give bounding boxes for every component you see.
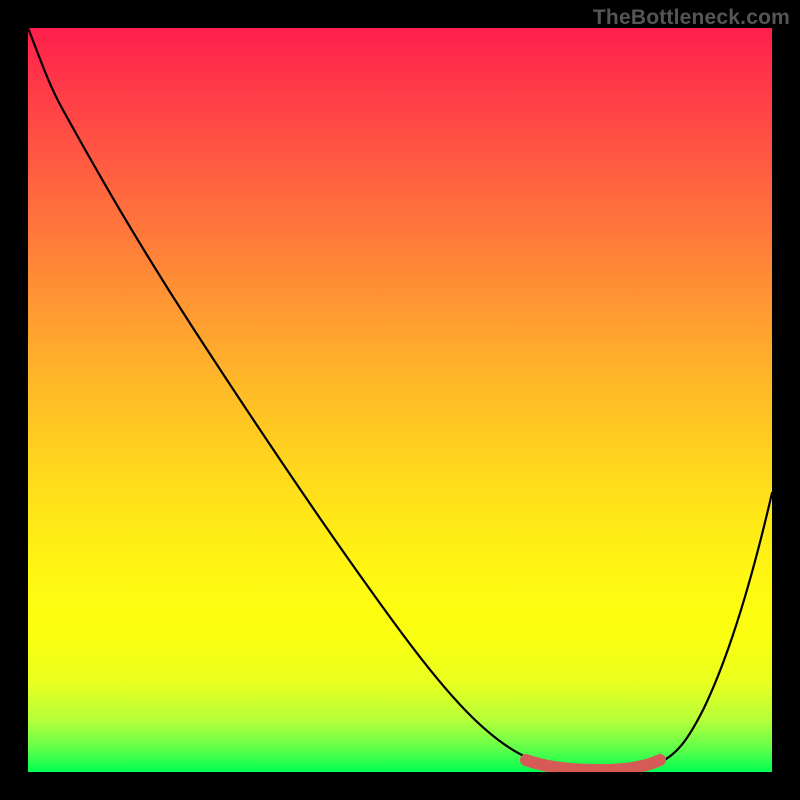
plot-area xyxy=(28,28,772,772)
bottleneck-curve xyxy=(28,28,772,768)
chart-stage: TheBottleneck.com xyxy=(0,0,800,800)
curve-svg xyxy=(28,28,772,772)
watermark-text: TheBottleneck.com xyxy=(593,6,790,30)
optimal-flat-marker xyxy=(526,760,660,770)
